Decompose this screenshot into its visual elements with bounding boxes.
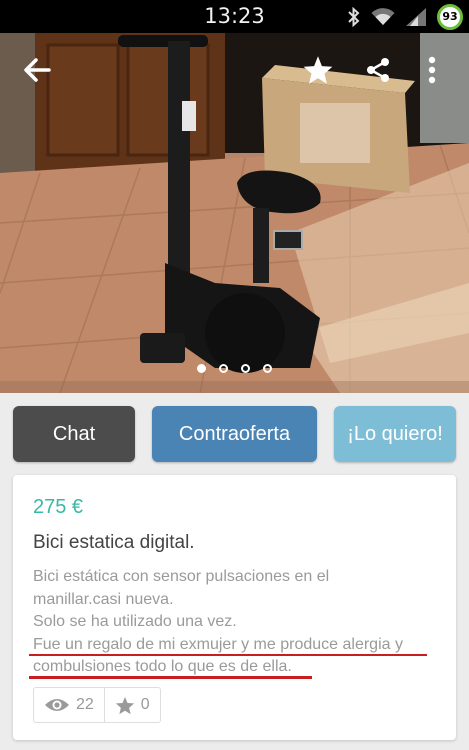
bluetooth-icon [348,6,360,27]
product-photo [0,33,469,393]
buy-button[interactable]: ¡Lo quiero! [334,406,456,462]
item-title: Bici estatica digital. [33,532,195,553]
signal-icon [406,7,426,26]
gallery-dot[interactable] [241,364,250,373]
counteroffer-button[interactable]: Contraoferta [152,406,317,462]
share-button[interactable] [360,52,396,88]
product-photo-gallery[interactable] [0,33,469,393]
gallery-dot[interactable] [219,364,228,373]
gallery-page-indicator [0,364,469,373]
views-count: 22 [76,696,94,713]
item-details-card: 275 € Bici estatica digital. Bici estáti… [13,475,456,740]
description-line: manillar.casi nueva. [33,590,174,608]
favorite-button[interactable] [300,52,336,88]
more-vert-icon [428,56,436,84]
more-options-button[interactable] [414,52,450,88]
wifi-icon [371,7,395,25]
favorites-counter: 0 [103,688,160,722]
status-icons: 93 [347,3,463,30]
arrow-left-icon [24,58,51,82]
star-icon [303,56,333,84]
description-line: Bici estática con sensor pulsaciones en … [33,568,330,585]
star-icon [115,696,134,714]
item-stats: 22 0 [33,687,161,723]
views-counter: 22 [34,688,104,722]
action-buttons: Chat Contraoferta ¡Lo quiero! [13,406,456,462]
description-line: Solo se ha utilizado una vez. [33,613,237,630]
item-price: 275 € [33,496,84,518]
eye-icon [45,699,69,711]
chat-button[interactable]: Chat [13,406,135,462]
battery-indicator: 93 [437,3,463,30]
gallery-dot[interactable] [197,364,206,373]
description-line-highlighted: Fue un regalo de mi exmujer y me produce… [29,634,448,656]
favorites-count: 0 [140,696,150,713]
back-button[interactable] [19,52,55,88]
item-description: Bici estática con sensor pulsaciones en … [29,566,448,679]
gallery-dot[interactable] [263,364,272,373]
share-icon [367,58,389,82]
red-underline [29,676,312,679]
description-line-highlighted: combulsiones todo lo que es de ella. [29,656,448,679]
status-bar: 13:23 93 [0,0,469,33]
